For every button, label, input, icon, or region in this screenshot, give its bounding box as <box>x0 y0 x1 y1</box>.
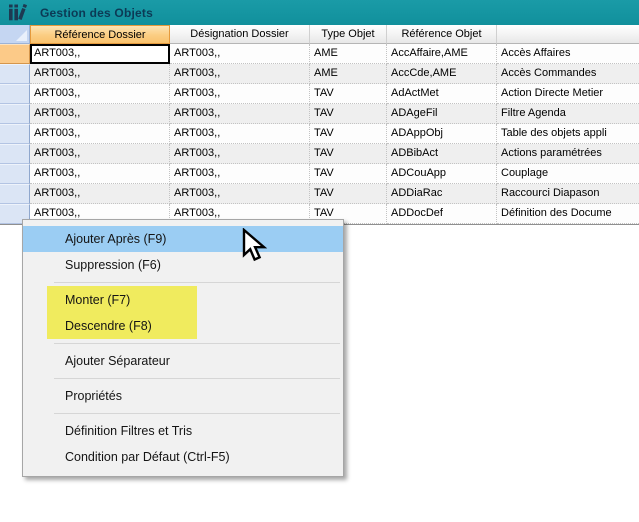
table-row: ART003,, ART003,, TAV ADAppObj Table des… <box>0 124 639 144</box>
grid-cell[interactable]: ART003,, <box>170 64 310 84</box>
grid-cell[interactable]: ART003,, <box>170 104 310 124</box>
menu-separator <box>54 413 340 414</box>
grid-cell[interactable]: AccAffaire,AME <box>387 44 497 64</box>
row-selector[interactable] <box>0 184 30 204</box>
grid-cell[interactable]: Accès Commandes <box>497 64 639 84</box>
table-row: ART003,, ART003,, TAV ADDiaRac Raccourci… <box>0 184 639 204</box>
selected-cell[interactable]: ART003,, <box>30 44 170 64</box>
grid-cell[interactable]: ART003,, <box>170 84 310 104</box>
table-row: ART003,, ART003,, TAV ADAgeFil Filtre Ag… <box>0 104 639 124</box>
grid-cell[interactable]: ADAgeFil <box>387 104 497 124</box>
menu-item-proprietes[interactable]: Propriétés <box>23 383 343 409</box>
arrow-cursor-icon <box>242 228 268 264</box>
column-header-empty[interactable] <box>497 25 639 44</box>
grid-cell[interactable]: TAV <box>310 84 387 104</box>
grid-cell[interactable]: ART003,, <box>170 124 310 144</box>
menu-separator <box>54 378 340 379</box>
column-header-reference-objet[interactable]: Référence Objet <box>387 25 497 44</box>
row-selector[interactable] <box>0 124 30 144</box>
grid-cell[interactable]: ADCouApp <box>387 164 497 184</box>
column-header-designation-dossier[interactable]: Désignation Dossier <box>170 25 310 44</box>
grid-cell[interactable]: Actions paramétrées <box>497 144 639 164</box>
menu-separator <box>54 343 340 344</box>
grid-body: ART003,, ART003,, AME AccAffaire,AME Acc… <box>0 44 639 225</box>
grid-cell[interactable]: ADBibAct <box>387 144 497 164</box>
grid-cell[interactable]: TAV <box>310 144 387 164</box>
grid-cell[interactable]: Définition des Docume <box>497 204 639 224</box>
table-row: ART003,, ART003,, TAV ADCouApp Couplage <box>0 164 639 184</box>
row-selector[interactable] <box>0 44 30 64</box>
window-titlebar: Gestion des Objets <box>0 0 639 25</box>
grid-cell[interactable]: Action Directe Metier <box>497 84 639 104</box>
menu-separator <box>54 282 340 283</box>
menu-item-descendre[interactable]: Descendre (F8) <box>23 313 343 339</box>
menu-item-ajouter-apres[interactable]: Ajouter Après (F9) <box>23 226 343 252</box>
menu-item-suppression[interactable]: Suppression (F6) <box>23 252 343 278</box>
row-selector[interactable] <box>0 104 30 124</box>
select-all-corner[interactable] <box>0 25 30 44</box>
grid-cell[interactable]: ADAppObj <box>387 124 497 144</box>
table-row: ART003,, ART003,, TAV ADBibAct Actions p… <box>0 144 639 164</box>
grid-cell[interactable]: ART003,, <box>30 104 170 124</box>
row-selector[interactable] <box>0 64 30 84</box>
row-selector[interactable] <box>0 164 30 184</box>
page-title: Gestion des Objets <box>40 6 153 20</box>
menu-item-condition-defaut[interactable]: Condition par Défaut (Ctrl-F5) <box>23 444 343 470</box>
grid-cell[interactable]: ART003,, <box>30 124 170 144</box>
grid-cell[interactable]: ART003,, <box>170 44 310 64</box>
grid-cell[interactable]: AME <box>310 64 387 84</box>
grid-cell[interactable]: TAV <box>310 184 387 204</box>
corner-triangle-icon <box>16 30 27 41</box>
grid-cell[interactable]: ADDiaRac <box>387 184 497 204</box>
grid-cell[interactable]: ART003,, <box>170 184 310 204</box>
grid-cell[interactable]: AccCde,AME <box>387 64 497 84</box>
grid-header-row: Référence Dossier Désignation Dossier Ty… <box>0 25 639 44</box>
table-row: ART003,, ART003,, AME AccAffaire,AME Acc… <box>0 44 639 64</box>
column-header-type-objet[interactable]: Type Objet <box>310 25 387 44</box>
column-header-reference-dossier[interactable]: Référence Dossier <box>30 25 170 44</box>
grid-cell[interactable]: ART003,, <box>30 144 170 164</box>
menu-item-definition-filtres[interactable]: Définition Filtres et Tris <box>23 418 343 444</box>
grid-cell[interactable]: Table des objets appli <box>497 124 639 144</box>
menu-item-monter[interactable]: Monter (F7) <box>23 287 343 313</box>
row-selector[interactable] <box>0 84 30 104</box>
objects-grid: Référence Dossier Désignation Dossier Ty… <box>0 25 639 225</box>
row-selector[interactable] <box>0 144 30 164</box>
context-menu: Ajouter Après (F9) Suppression (F6) Mont… <box>22 219 344 477</box>
grid-cell[interactable]: Filtre Agenda <box>497 104 639 124</box>
grid-cell[interactable]: ART003,, <box>30 64 170 84</box>
grid-cell[interactable]: ART003,, <box>30 184 170 204</box>
grid-cell[interactable]: ART003,, <box>30 164 170 184</box>
menu-item-ajouter-separateur[interactable]: Ajouter Séparateur <box>23 348 343 374</box>
grid-cell[interactable]: ART003,, <box>30 84 170 104</box>
grid-cell[interactable]: AME <box>310 44 387 64</box>
grid-cell[interactable]: TAV <box>310 124 387 144</box>
grid-cell[interactable]: Accès Affaires <box>497 44 639 64</box>
grid-cell[interactable]: ADDocDef <box>387 204 497 224</box>
grid-cell[interactable]: Raccourci Diapason <box>497 184 639 204</box>
table-row: ART003,, ART003,, AME AccCde,AME Accès C… <box>0 64 639 84</box>
grid-cell[interactable]: Couplage <box>497 164 639 184</box>
grid-cell[interactable]: TAV <box>310 104 387 124</box>
table-row: ART003,, ART003,, TAV AdActMet Action Di… <box>0 84 639 104</box>
grid-cell[interactable]: TAV <box>310 164 387 184</box>
grid-cell[interactable]: ART003,, <box>170 144 310 164</box>
library-icon <box>8 4 28 21</box>
grid-cell[interactable]: ART003,, <box>170 164 310 184</box>
grid-cell[interactable]: AdActMet <box>387 84 497 104</box>
